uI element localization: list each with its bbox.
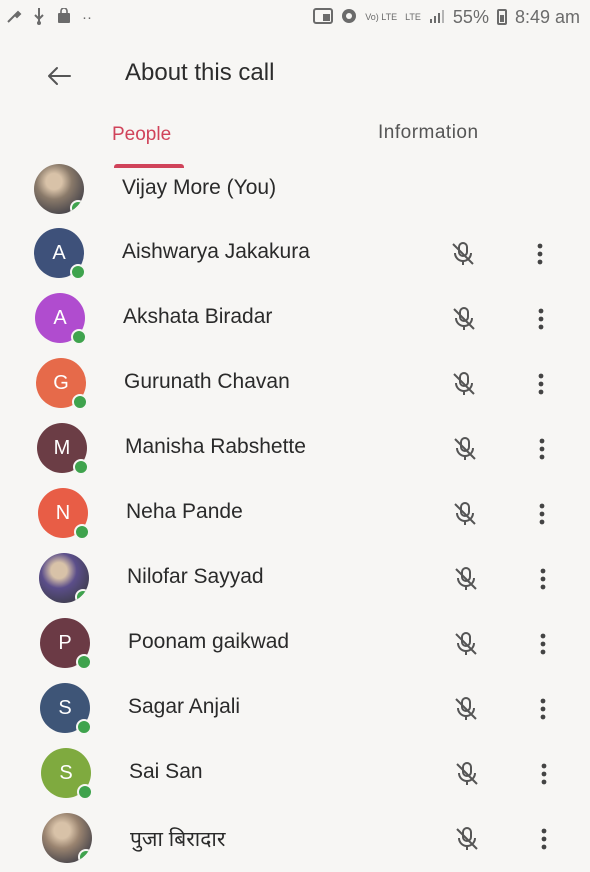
online-status-dot — [78, 849, 92, 863]
more-notifications-icon: ·· — [82, 8, 92, 26]
more-options-icon[interactable] — [530, 432, 554, 466]
participant-name: Gurunath Chavan — [124, 370, 290, 393]
more-options-icon[interactable] — [531, 562, 555, 596]
back-arrow-icon — [48, 67, 71, 85]
more-options-icon[interactable] — [529, 367, 553, 401]
avatar: P — [40, 618, 92, 670]
participant-row[interactable]: S Sagar Anjali — [0, 677, 590, 742]
online-status-dot — [70, 200, 84, 214]
avatar-initial: A — [52, 241, 66, 264]
mic-off-icon[interactable] — [450, 434, 480, 464]
online-status-dot — [72, 394, 88, 410]
avatar-initial: S — [58, 696, 72, 719]
more-options-icon[interactable] — [529, 302, 553, 336]
mic-off-icon[interactable] — [451, 694, 481, 724]
avatar: A — [35, 293, 87, 345]
participant-name: पुजा बिरादार — [130, 828, 226, 851]
participant-row[interactable]: A Aishwarya Jakakura — [0, 222, 590, 287]
avatar: S — [40, 683, 92, 735]
participant-name: Vijay More (You) — [122, 176, 277, 199]
online-status-dot — [71, 329, 87, 345]
participant-name: Akshata Biradar — [123, 305, 273, 328]
avatar-initial: A — [53, 306, 67, 329]
participant-row[interactable]: A Akshata Biradar — [0, 287, 590, 352]
tab-information[interactable]: Information — [378, 122, 479, 144]
volte-indicator: Vo) LTE — [365, 11, 398, 22]
participant-name: Sai San — [129, 760, 203, 783]
avatar-photo — [42, 813, 92, 863]
participant-row[interactable]: S Sai San — [0, 742, 590, 807]
wrench-icon — [6, 8, 22, 27]
mic-off-icon[interactable] — [449, 369, 479, 399]
status-bar-system: Vo) LTE LTE 55% 8:49 am — [313, 7, 580, 28]
participant-name: Aishwarya Jakakura — [122, 240, 310, 263]
online-status-dot — [73, 459, 89, 475]
participant-row[interactable]: N Neha Pande — [0, 482, 590, 547]
avatar: M — [37, 423, 89, 475]
online-status-dot — [76, 719, 92, 735]
status-bar: ·· Vo) LTE LTE 55% 8:49 am — [0, 0, 590, 34]
participant-name: Nilofar Sayyad — [127, 565, 264, 588]
mic-off-icon[interactable] — [448, 239, 478, 269]
signal-icon — [429, 9, 445, 26]
participant-row[interactable]: Nilofar Sayyad — [0, 547, 590, 612]
avatar-initial: P — [58, 631, 72, 654]
avatar: A — [34, 228, 86, 280]
more-options-icon[interactable] — [531, 692, 555, 726]
participant-row[interactable]: G Gurunath Chavan — [0, 352, 590, 417]
avatar-initial: G — [53, 371, 69, 394]
mic-off-icon[interactable] — [451, 564, 481, 594]
online-status-dot — [76, 654, 92, 670]
battery-percent: 55% — [452, 6, 489, 27]
avatar-initial: M — [53, 436, 71, 459]
avatar-initial: N — [55, 501, 71, 524]
mic-off-icon[interactable] — [449, 304, 479, 334]
participant-name: Manisha Rabshette — [125, 435, 306, 458]
mic-off-icon[interactable] — [451, 629, 481, 659]
more-options-icon[interactable] — [530, 497, 554, 531]
mic-off-icon[interactable] — [450, 499, 480, 529]
avatar: G — [36, 358, 88, 410]
shopping-bag-icon — [56, 6, 72, 27]
participant-name: Neha Pande — [126, 500, 243, 523]
online-status-dot — [74, 524, 90, 540]
settings-alert-icon — [341, 8, 357, 27]
online-status-dot — [75, 589, 89, 603]
tab-people[interactable]: People — [112, 124, 171, 146]
lte-indicator: LTE — [405, 11, 421, 22]
online-status-dot — [77, 784, 93, 800]
clock: 8:49 am — [514, 6, 580, 27]
participant-row[interactable]: P Poonam gaikwad — [0, 612, 590, 677]
avatar-initial: S — [59, 761, 73, 784]
more-options-icon[interactable] — [528, 237, 552, 271]
mic-off-icon[interactable] — [452, 759, 482, 789]
participant-row[interactable]: पुजा बिरादार — [0, 807, 590, 872]
cast-icon — [313, 7, 334, 27]
more-options-icon[interactable] — [531, 627, 555, 661]
participant-row[interactable]: M Manisha Rabshette — [0, 417, 590, 482]
avatar: N — [38, 488, 90, 540]
participant-name: Poonam gaikwad — [128, 630, 290, 653]
battery-icon — [496, 9, 507, 25]
page-title: About this call — [125, 59, 275, 86]
more-options-icon[interactable] — [532, 757, 556, 791]
avatar: S — [41, 748, 93, 800]
status-bar-notifications: ·· — [6, 6, 92, 28]
avatar-photo — [34, 164, 84, 214]
usb-icon — [32, 7, 46, 28]
participant-row[interactable]: Vijay More (You) — [0, 158, 590, 223]
more-options-icon[interactable] — [532, 822, 556, 856]
mic-off-icon[interactable] — [452, 824, 482, 854]
app-bar: About this call — [0, 44, 590, 104]
back-button[interactable] — [36, 56, 82, 96]
participant-name: Sagar Anjali — [128, 695, 241, 718]
avatar-photo — [39, 553, 89, 603]
online-status-dot — [70, 264, 86, 280]
